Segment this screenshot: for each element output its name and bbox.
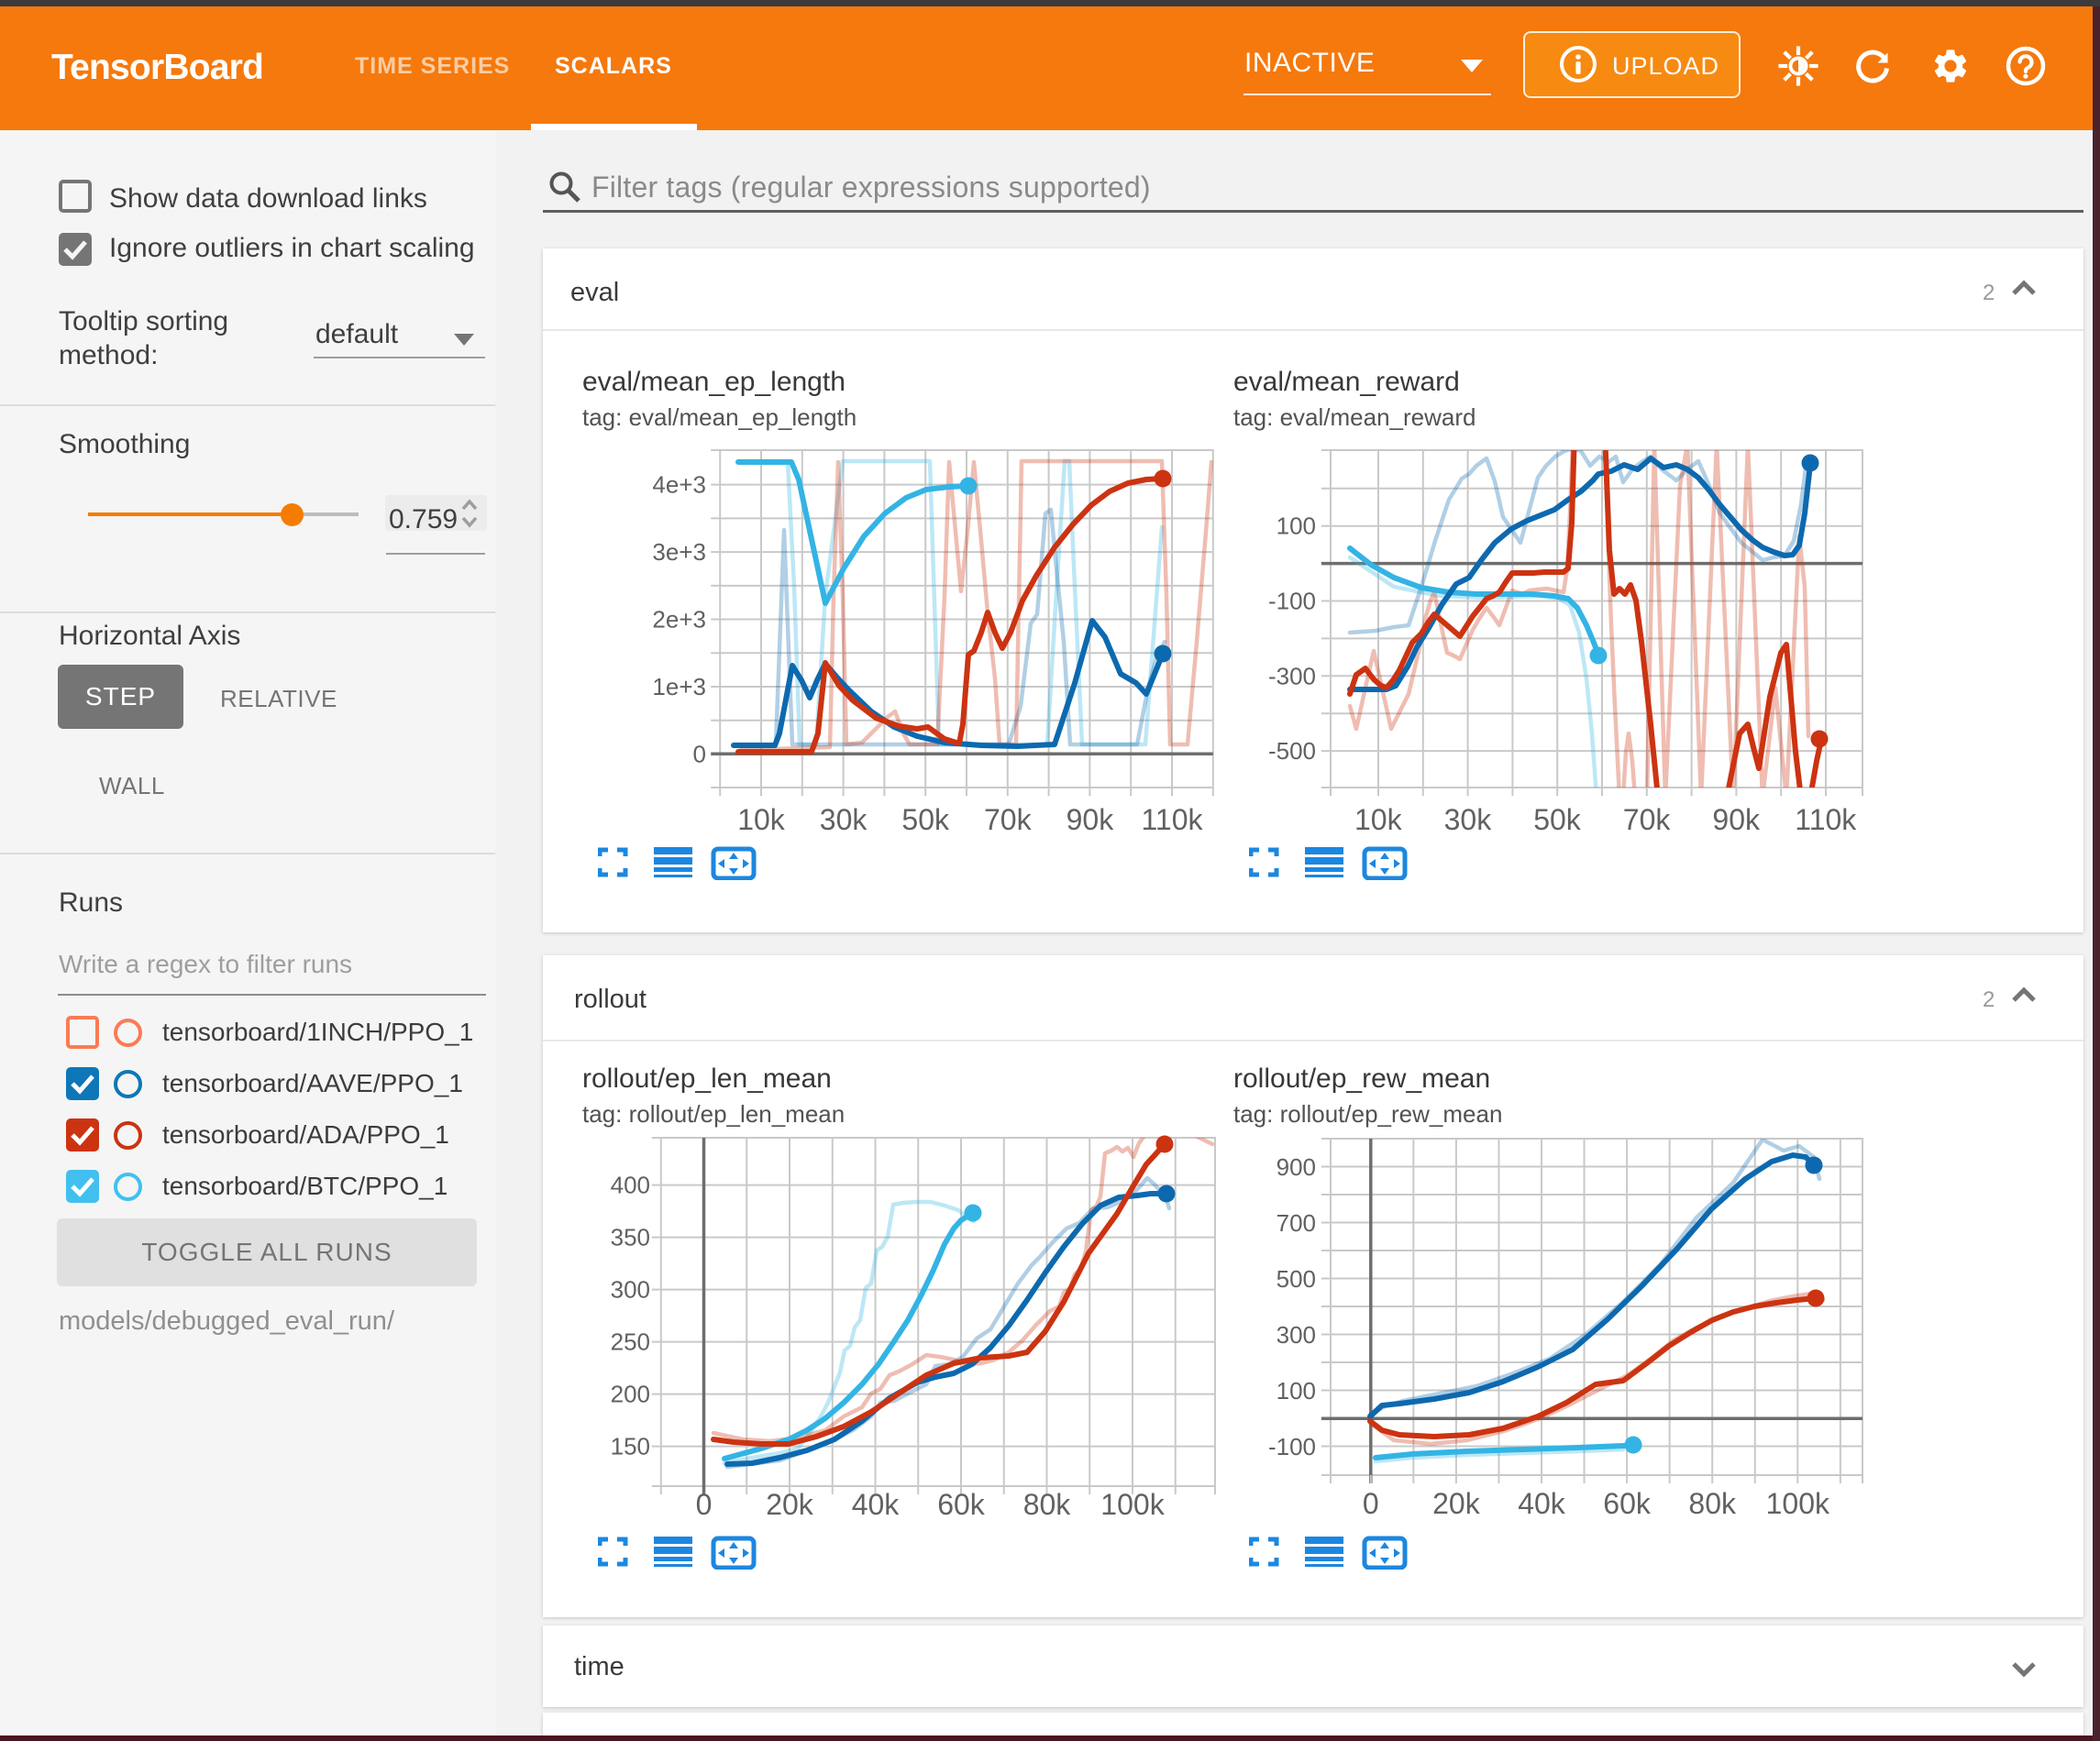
svg-text:-300: -300 [1268, 662, 1316, 689]
svg-text:10k: 10k [1354, 803, 1403, 836]
svg-text:1e+3: 1e+3 [652, 673, 706, 700]
svg-text:0: 0 [1363, 1487, 1379, 1520]
svg-text:400: 400 [611, 1172, 650, 1199]
svg-text:90k: 90k [1067, 803, 1115, 836]
svg-text:300: 300 [1277, 1321, 1316, 1349]
svg-text:100: 100 [1277, 512, 1316, 540]
svg-text:-100: -100 [1268, 1433, 1316, 1460]
svg-text:40k: 40k [852, 1488, 901, 1521]
svg-text:80k: 80k [1688, 1487, 1737, 1520]
svg-text:50k: 50k [1533, 803, 1582, 836]
svg-text:100k: 100k [1100, 1488, 1165, 1521]
svg-text:60k: 60k [937, 1488, 986, 1521]
svg-text:100: 100 [1277, 1377, 1316, 1405]
svg-text:500: 500 [1277, 1265, 1316, 1293]
svg-text:70k: 70k [1623, 803, 1672, 836]
svg-text:0: 0 [693, 740, 706, 767]
svg-text:100k: 100k [1766, 1487, 1830, 1520]
svg-text:20k: 20k [766, 1488, 814, 1521]
svg-text:90k: 90k [1712, 803, 1761, 836]
svg-text:70k: 70k [984, 803, 1033, 836]
svg-text:10k: 10k [737, 803, 786, 836]
svg-text:50k: 50k [901, 803, 950, 836]
svg-text:40k: 40k [1518, 1487, 1566, 1520]
svg-text:700: 700 [1277, 1209, 1316, 1237]
svg-text:-500: -500 [1268, 737, 1316, 765]
svg-text:2e+3: 2e+3 [652, 606, 706, 634]
svg-text:80k: 80k [1023, 1488, 1072, 1521]
svg-text:350: 350 [611, 1224, 650, 1251]
svg-text:20k: 20k [1432, 1487, 1481, 1520]
svg-text:300: 300 [611, 1276, 650, 1304]
svg-text:-100: -100 [1268, 588, 1316, 615]
svg-text:0: 0 [696, 1488, 713, 1521]
svg-text:60k: 60k [1603, 1487, 1652, 1520]
svg-text:30k: 30k [1444, 803, 1493, 836]
svg-text:30k: 30k [820, 803, 868, 836]
svg-text:900: 900 [1277, 1153, 1316, 1181]
svg-text:150: 150 [611, 1433, 650, 1460]
svg-text:110k: 110k [1795, 803, 1857, 836]
svg-text:250: 250 [611, 1328, 650, 1356]
svg-text:200: 200 [611, 1381, 650, 1408]
svg-text:4e+3: 4e+3 [652, 471, 706, 499]
svg-text:3e+3: 3e+3 [652, 538, 706, 566]
